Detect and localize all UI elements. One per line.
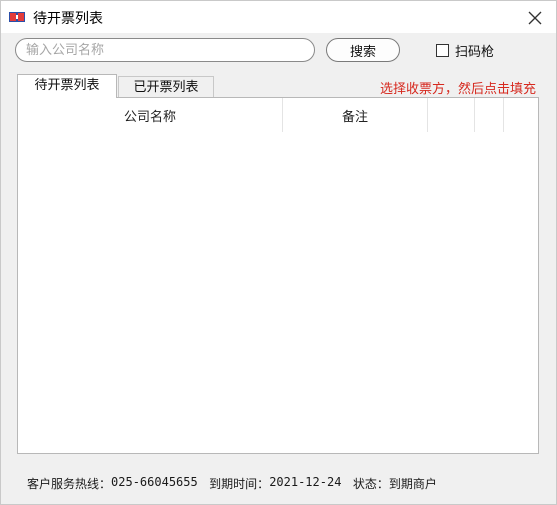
close-icon[interactable]: [524, 7, 546, 29]
column-header-company[interactable]: 公司名称: [18, 98, 283, 132]
window-title: 待开票列表: [33, 11, 103, 27]
search-button[interactable]: 搜索: [326, 38, 400, 62]
column-header-extra-1[interactable]: [428, 98, 475, 132]
tab-issued-invoices[interactable]: 已开票列表: [118, 76, 214, 97]
hotline-label: 客户服务热线：: [27, 477, 112, 491]
expire-label: 到期时间：: [209, 477, 270, 491]
column-header-extra-3[interactable]: [504, 98, 538, 132]
main-window: 待开票列表 搜索 扫码枪 待开票列表 已开票列表 选择收票方，然后点击填充 公司…: [0, 0, 557, 505]
scan-gun-label: 扫码枪: [455, 45, 495, 60]
scan-gun-checkbox[interactable]: 扫码枪: [436, 41, 494, 60]
fill-hint-text: 选择收票方，然后点击填充: [379, 82, 536, 97]
status-bar: 客户服务热线： 025-66045655 到期时间： 2021-12-24 状态…: [27, 475, 437, 492]
state-value: 到期商户: [388, 477, 437, 491]
hotline-value: 025-66045655: [111, 475, 198, 489]
title-bar: 待开票列表: [1, 1, 556, 33]
invoice-list[interactable]: 公司名称 备注: [17, 97, 539, 454]
column-header-remark[interactable]: 备注: [283, 98, 428, 132]
list-header: 公司名称 备注: [18, 98, 538, 132]
expire-value: 2021-12-24: [269, 475, 342, 489]
column-header-extra-2[interactable]: [475, 98, 504, 132]
state-label: 状态：: [352, 477, 389, 491]
tab-pending-invoices[interactable]: 待开票列表: [17, 74, 117, 98]
app-flag-icon: [9, 12, 25, 22]
checkbox-box[interactable]: [436, 44, 449, 57]
company-search-input[interactable]: [15, 38, 315, 62]
